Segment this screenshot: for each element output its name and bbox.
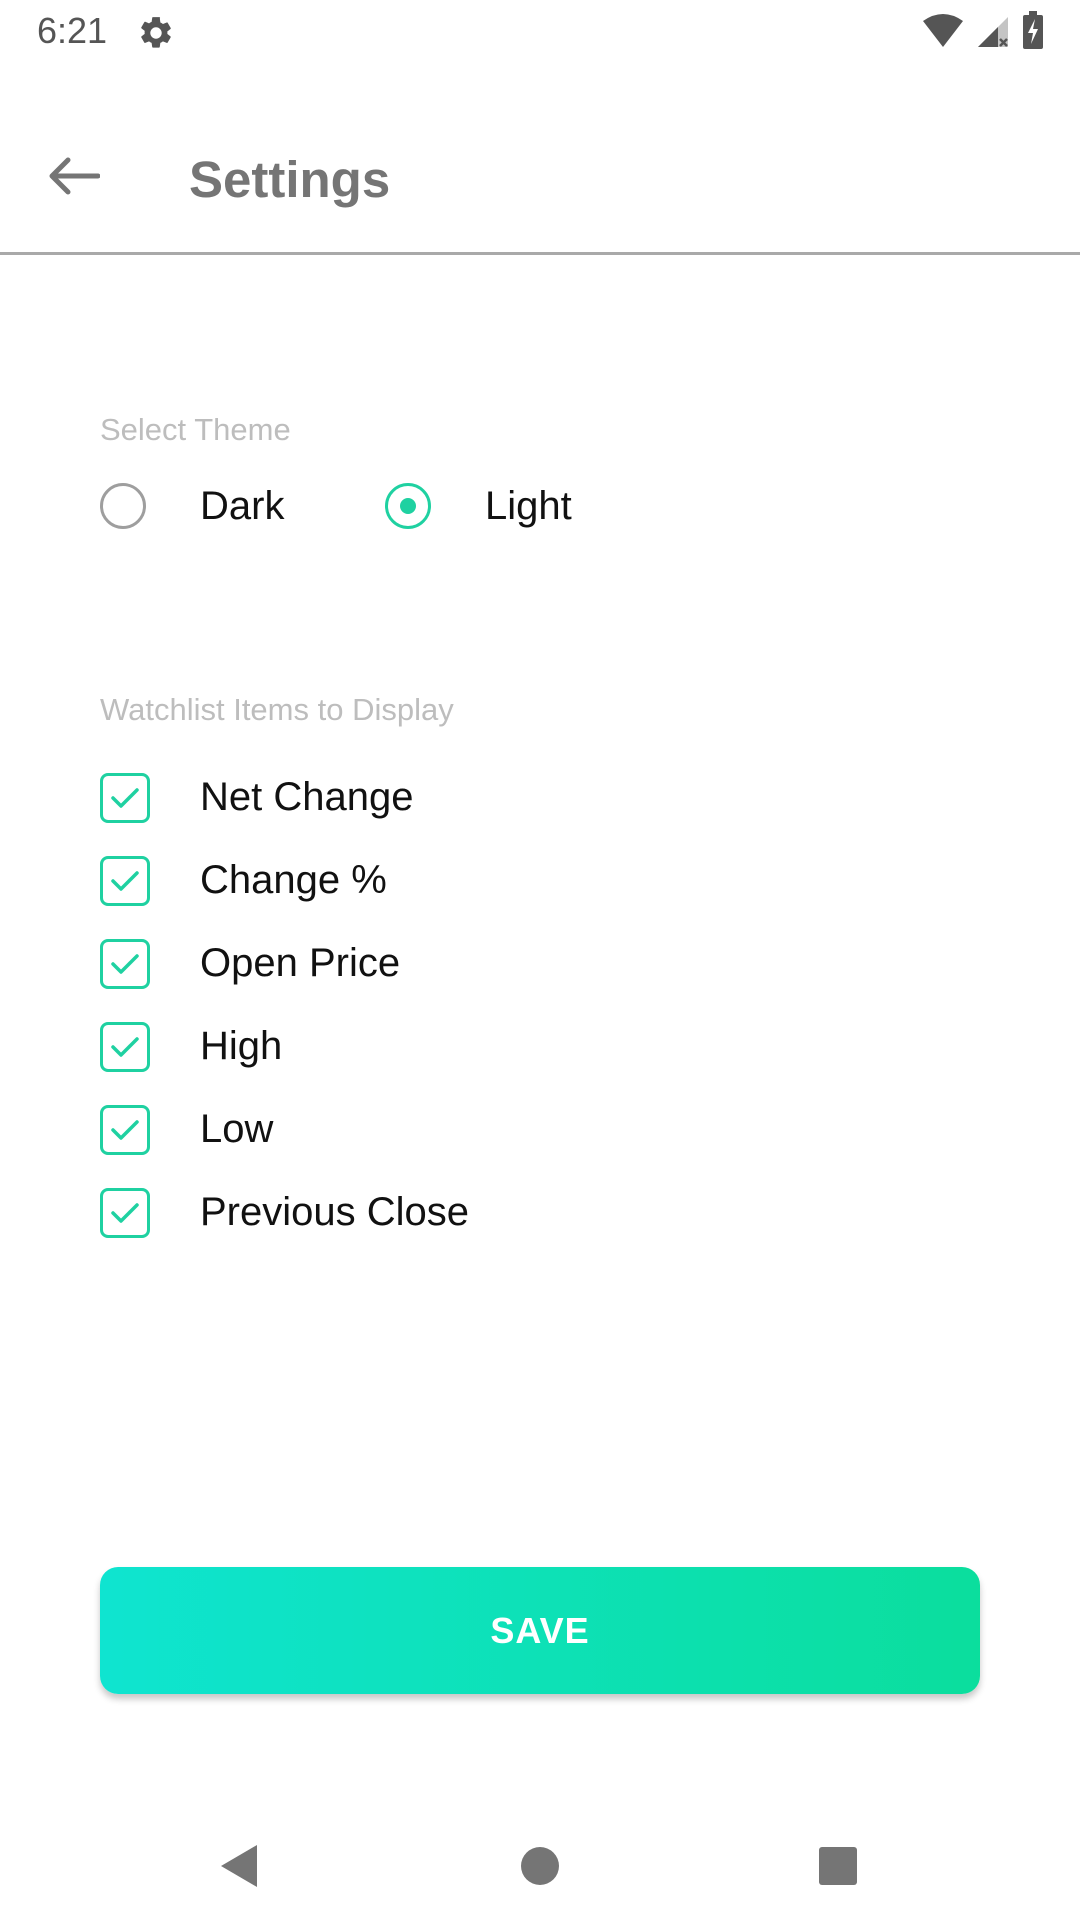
- arrow-left-icon: [48, 156, 101, 201]
- theme-option-dark[interactable]: Dark: [100, 476, 284, 536]
- watchlist-items-label: Watchlist Items to Display: [100, 692, 454, 727]
- checkbox-checked-icon[interactable]: [100, 772, 150, 823]
- back-button[interactable]: [30, 146, 118, 210]
- checkbox-label: Low: [200, 1107, 274, 1151]
- status-bar: 6:21: [0, 0, 1080, 66]
- save-button-label: SAVE: [490, 1609, 590, 1651]
- save-button[interactable]: SAVE: [100, 1567, 980, 1694]
- wifi-icon: [922, 13, 964, 52]
- nav-recents-icon[interactable]: [808, 1836, 868, 1896]
- checkbox-label: Net Change: [200, 775, 414, 819]
- system-nav-bar: [0, 1806, 1080, 1920]
- nav-back-icon[interactable]: [209, 1836, 269, 1896]
- cell-signal-icon: [976, 13, 1010, 52]
- checkbox-label: Open Price: [200, 941, 401, 985]
- watchlist-checkbox-list: Net Change Change % Open Price High Low …: [100, 756, 900, 1254]
- checkbox-item-high[interactable]: High: [100, 1005, 900, 1088]
- checkbox-checked-icon[interactable]: [100, 1021, 150, 1072]
- checkbox-item-net-change[interactable]: Net Change: [100, 756, 900, 839]
- checkbox-checked-icon[interactable]: [100, 938, 150, 989]
- battery-charging-icon: [1022, 10, 1044, 54]
- checkbox-item-change-percent[interactable]: Change %: [100, 839, 900, 922]
- theme-option-label: Light: [485, 483, 572, 528]
- theme-option-label: Dark: [200, 483, 285, 528]
- status-time: 6:21: [37, 10, 108, 51]
- page-title: Settings: [189, 151, 391, 208]
- settings-gear-icon: [137, 14, 175, 52]
- app-bar: Settings: [0, 66, 1080, 255]
- checkbox-item-open-price[interactable]: Open Price: [100, 922, 900, 1005]
- checkbox-item-low[interactable]: Low: [100, 1088, 900, 1171]
- nav-home-icon[interactable]: [510, 1836, 570, 1896]
- status-icons: [922, 10, 1044, 54]
- checkbox-label: Previous Close: [200, 1190, 470, 1234]
- checkbox-label: Change %: [200, 858, 387, 902]
- theme-option-light[interactable]: Light: [385, 476, 572, 536]
- checkbox-checked-icon[interactable]: [100, 1187, 150, 1238]
- checkbox-label: High: [200, 1024, 283, 1068]
- checkbox-checked-icon[interactable]: [100, 855, 150, 906]
- radio-unchecked-icon[interactable]: [100, 483, 146, 529]
- select-theme-label: Select Theme: [100, 412, 291, 447]
- checkbox-item-previous-close[interactable]: Previous Close: [100, 1171, 900, 1254]
- radio-checked-icon[interactable]: [385, 483, 431, 529]
- theme-radio-group: Dark Light: [100, 476, 800, 536]
- checkbox-checked-icon[interactable]: [100, 1104, 150, 1155]
